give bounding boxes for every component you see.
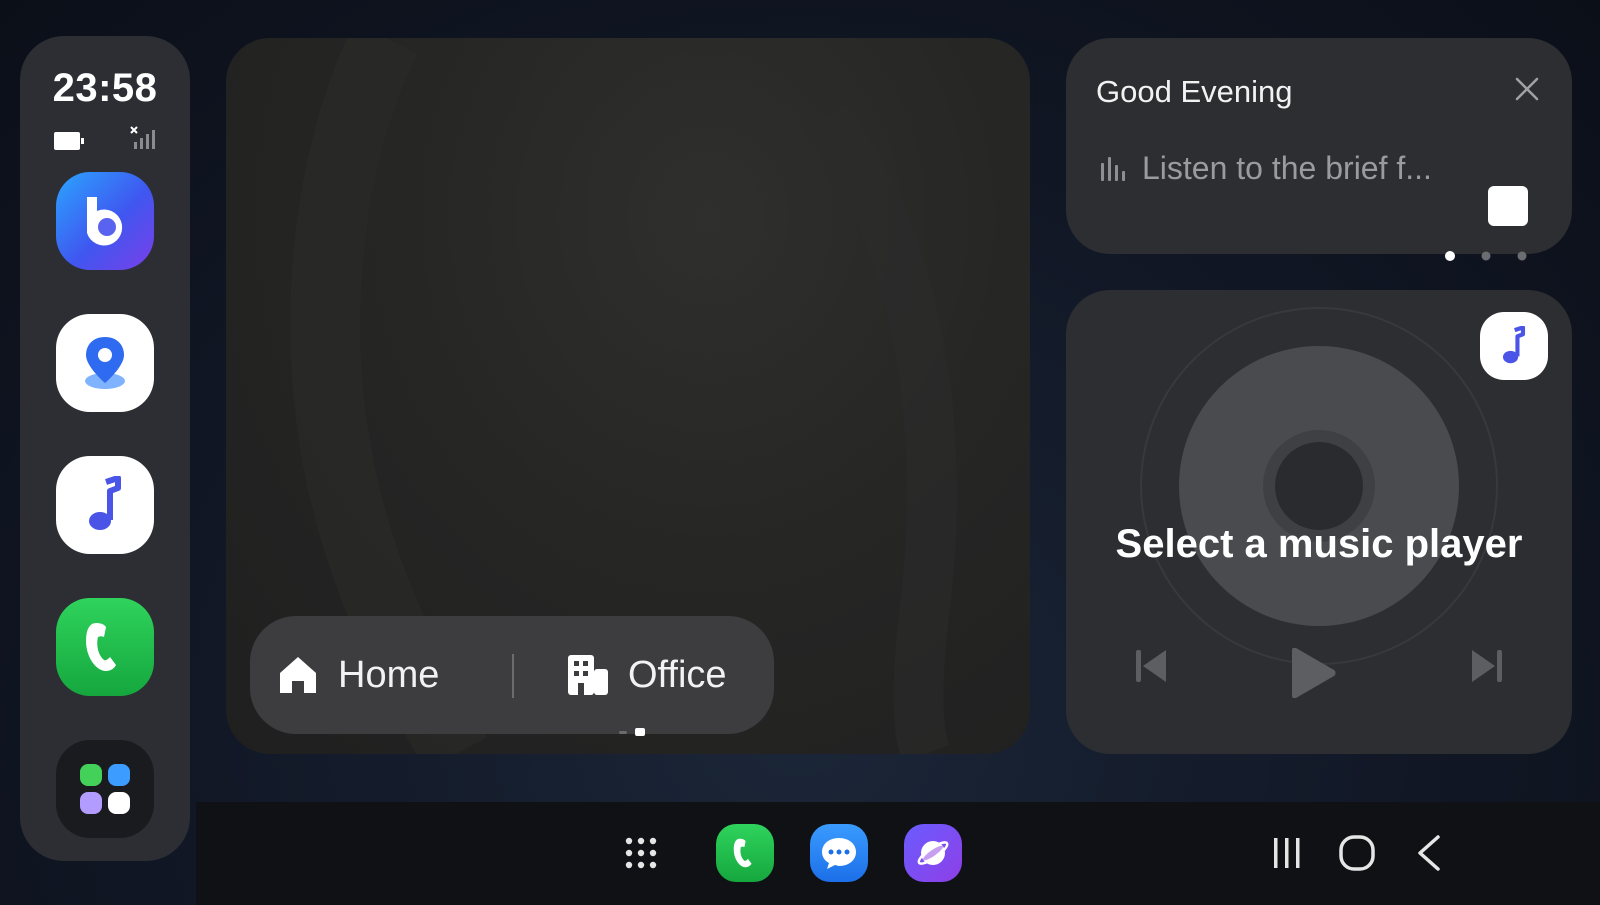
briefing-text: Listen to the brief f... [1142,149,1432,186]
skip-next-icon[interactable] [1470,648,1504,684]
skip-previous-icon[interactable] [1134,648,1168,684]
taskbar-phone-button[interactable] [716,824,774,882]
home-button[interactable] [1328,824,1386,882]
briefing-row[interactable]: Listen to the brief f... [1100,148,1540,188]
office-label: Office [628,653,727,696]
bixby-icon [87,197,123,246]
music-note-icon [89,476,121,530]
recent-apps-button[interactable] [1258,824,1316,882]
phone-app-button[interactable] [56,598,154,696]
signal-icon [130,126,155,149]
app-rail: 23:58 [20,36,190,861]
taskbar-messages-button[interactable] [810,824,868,882]
phone-icon [86,623,116,671]
music-player-prompt: Select a music player [1115,522,1523,566]
all-apps-button[interactable] [612,824,670,882]
music-app-button[interactable] [56,456,154,554]
destination-divider [512,654,514,698]
recents-icon [1274,838,1300,868]
chat-bubble-icon [822,838,856,869]
status-indicators [54,124,158,150]
play-icon[interactable] [1288,648,1338,698]
stop-icon[interactable] [1488,186,1528,226]
back-button[interactable] [1400,824,1458,882]
taskbar-browser-button[interactable] [904,824,962,882]
map-page-indicator [619,728,645,736]
back-chevron-icon [1418,835,1440,871]
taskbar [196,802,1600,905]
office-destination-button[interactable]: Office [566,616,727,734]
maps-app-button[interactable] [56,314,154,412]
music-source-button[interactable] [1480,312,1548,380]
app-grid-icon [80,764,130,814]
building-icon [568,655,608,695]
close-icon[interactable] [1512,74,1542,104]
map-pin-icon [85,337,125,389]
planet-icon [917,841,949,865]
audio-bars-icon [1101,157,1125,181]
phone-icon [733,838,752,868]
briefing-widget[interactable]: Good Evening Listen to the brief f... [1066,38,1572,261]
clock: 23:58 [52,66,158,110]
greeting-title: Good Evening [1096,74,1293,109]
house-icon [280,657,316,693]
app-library-button[interactable] [56,740,154,838]
navigation-widget[interactable]: Home Office [226,38,1030,754]
music-note-icon [1502,326,1526,364]
home-destination-button[interactable]: Home [276,616,439,734]
home-circle-icon [1339,835,1375,871]
battery-icon [54,132,84,150]
home-label: Home [338,653,440,696]
briefing-page-indicator [1445,251,1527,261]
destination-shortcuts: Home Office [250,616,774,734]
apps-grid-icon [625,837,657,869]
music-widget[interactable]: Select a music player [1066,290,1572,754]
bixby-app-button[interactable] [56,172,154,270]
